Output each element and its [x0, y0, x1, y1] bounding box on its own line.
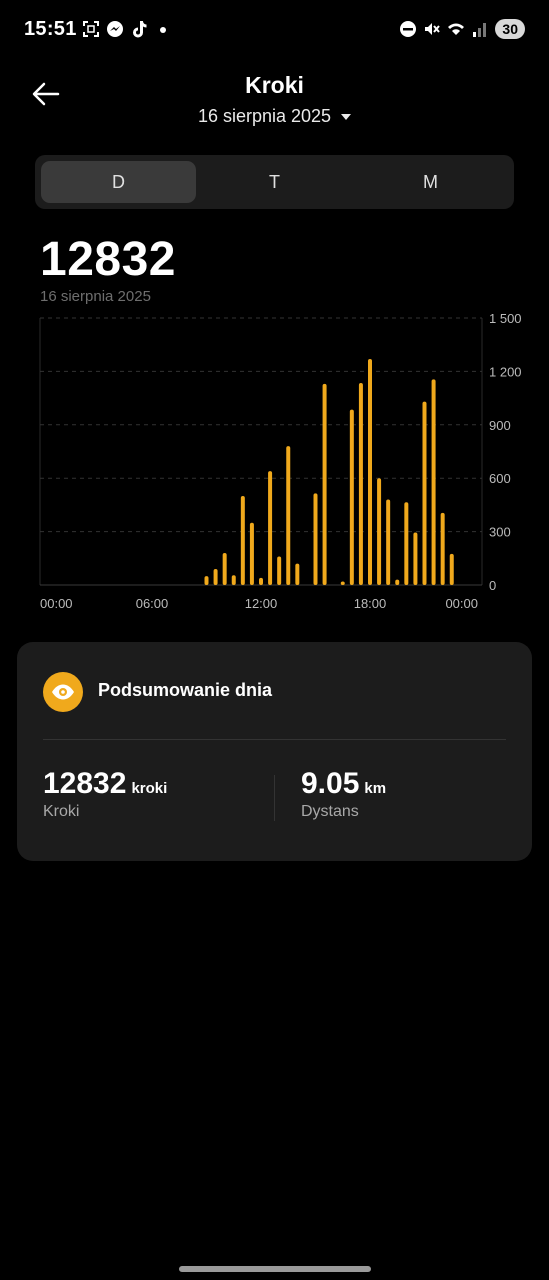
wifi-icon [448, 23, 465, 35]
chart-bar [259, 577, 263, 585]
messenger-icon [107, 21, 123, 37]
distance-stat: 9.05 km Dystans [301, 767, 386, 821]
chart-bar [277, 556, 282, 585]
day-summary-card[interactable]: Podsumowanie dnia 12832 kroki Kroki 9.05 k… [17, 642, 532, 861]
x-tick-label: 12:00 [245, 596, 278, 611]
divider [43, 739, 506, 740]
chart-bar [413, 532, 418, 585]
steps-stat: 12832 kroki Kroki [43, 767, 167, 821]
y-tick-label: 900 [489, 418, 511, 433]
period-tabs: D T M [35, 155, 514, 209]
chart-bar [322, 383, 327, 585]
tiktok-icon [133, 21, 147, 38]
steps-chart: 0 300 600 900 1 200 1 500 00:00 06:00 12:00 18:00… [39, 311, 522, 611]
chart-bar [213, 568, 218, 585]
signal-icon [473, 23, 487, 37]
x-tick-label: 00:00 [445, 596, 478, 611]
system-icons: 30 [399, 19, 525, 39]
x-tick-label: 18:00 [354, 596, 387, 611]
stat-separator [274, 775, 275, 821]
card-title: Podsumowanie dnia [98, 680, 273, 700]
y-tick-label: 300 [489, 525, 511, 540]
steps-unit: kroki [131, 780, 168, 797]
tab-month[interactable]: M [353, 161, 508, 203]
date-selector[interactable]: 16 sierpnia 2025 [0, 106, 549, 127]
chart-bar [249, 522, 254, 585]
y-tick-label: 600 [489, 471, 511, 486]
x-tick-label: 00:00 [40, 596, 73, 611]
chart-bar [204, 576, 209, 585]
chart-bar [431, 379, 436, 585]
tab-week[interactable]: T [197, 161, 352, 203]
battery-indicator: 30 [495, 19, 525, 39]
distance-value: 9.05 [301, 767, 360, 800]
dot-icon [160, 27, 166, 33]
chart-bar [222, 552, 227, 585]
caret-down-icon [341, 114, 352, 121]
eye-icon [43, 672, 83, 712]
chart-bar [268, 471, 273, 585]
page-title: Kroki [245, 72, 304, 98]
date-selector-label: 16 sierpnia 2025 [197, 106, 332, 126]
home-indicator[interactable] [179, 1266, 371, 1272]
chart-bar [404, 502, 409, 585]
tab-day[interactable]: D [41, 161, 196, 203]
steps-value: 12832 [43, 767, 127, 800]
chart-bar [340, 581, 345, 585]
y-tick-label: 0 [489, 578, 496, 593]
status-time: 15:51 [24, 18, 77, 40]
chart-bar [313, 493, 318, 585]
notification-icons [82, 20, 172, 38]
steps-label: Kroki [43, 803, 80, 820]
mute-icon [425, 23, 441, 35]
distance-label: Dystans [301, 803, 359, 820]
x-tick-label: 06:00 [136, 596, 169, 611]
y-tick-label: 1 500 [489, 311, 522, 326]
chart-bar [440, 512, 445, 585]
summary-date: 16 sierpnia 2025 [40, 288, 151, 305]
chart-bar [295, 563, 300, 585]
chart-bar [377, 478, 382, 585]
screenshot-icon [83, 21, 99, 37]
total-steps: 12832 [40, 233, 176, 286]
do-not-disturb-icon [400, 21, 417, 37]
chart-bar [349, 409, 354, 585]
chart-bar [395, 579, 400, 585]
y-tick-label: 1 200 [489, 364, 522, 379]
chart-bar [358, 382, 363, 585]
distance-unit: km [364, 780, 387, 797]
status-bar: 15:51 30 [0, 0, 549, 60]
chart-bar [240, 496, 245, 585]
chart-bar [386, 499, 391, 585]
chart-bar [422, 401, 427, 585]
chart-bar [449, 553, 454, 585]
chart-bar [286, 446, 291, 585]
chart-bar [231, 575, 236, 585]
chart-bar [368, 358, 372, 585]
